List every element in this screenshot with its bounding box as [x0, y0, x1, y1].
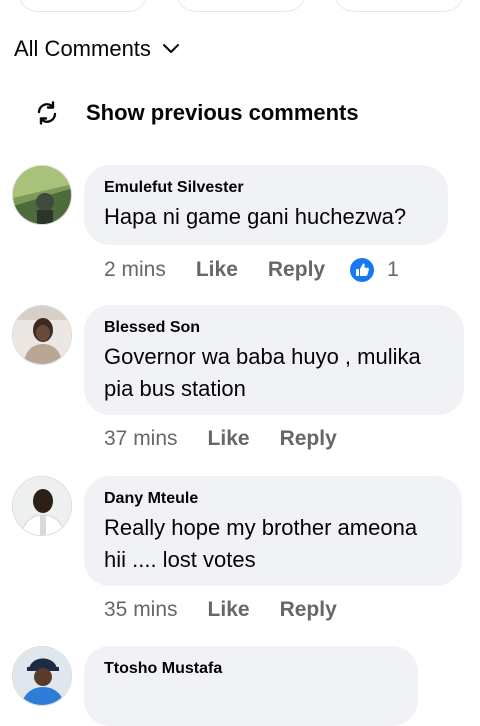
like-button[interactable]: Like [208, 598, 250, 622]
comment-time[interactable]: 35 mins [104, 598, 178, 622]
avatar[interactable] [12, 646, 72, 706]
reaction-count: 1 [387, 258, 399, 281]
comment-actions: 37 mins Like Reply [104, 427, 337, 451]
comment-author[interactable]: Emulefut Silvester [104, 179, 428, 197]
like-button[interactable]: Like [208, 427, 250, 451]
comment-text: Hapa ni game gani huchezwa? [104, 204, 407, 229]
comment-time[interactable]: 37 mins [104, 427, 178, 451]
top-chips [0, 0, 480, 22]
comment-bubble: Blessed Son Governor wa baba huyo , muli… [84, 305, 464, 415]
reply-button[interactable]: Reply [280, 598, 337, 622]
avatar[interactable] [12, 476, 72, 536]
like-reaction-icon [350, 258, 375, 282]
like-button[interactable]: Like [196, 258, 238, 282]
avatar[interactable] [12, 165, 72, 225]
reply-button[interactable]: Reply [280, 427, 337, 451]
filter-label: All Comments [14, 36, 151, 61]
show-previous-label: Show previous comments [86, 100, 359, 125]
reaction-chip[interactable] [18, 0, 148, 12]
comment-time[interactable]: 2 mins [104, 258, 166, 282]
refresh-icon [37, 101, 57, 125]
reaction-chip[interactable] [334, 0, 464, 12]
comment-actions: 35 mins Like Reply [104, 598, 337, 622]
comment-author[interactable]: Ttosho Mustafa [104, 660, 398, 678]
show-previous-comments[interactable]: Show previous comments [34, 100, 359, 126]
comment-author[interactable]: Blessed Son [104, 319, 444, 337]
chevron-down-icon [162, 44, 179, 53]
comment-bubble: Dany Mteule Really hope my brother ameon… [84, 476, 462, 586]
comment-author[interactable]: Dany Mteule [104, 490, 442, 508]
reply-button[interactable]: Reply [268, 258, 325, 282]
reaction-summary[interactable]: 1 [349, 257, 399, 283]
avatar[interactable] [12, 305, 72, 365]
comment-text: Really hope my brother ameona hii .... l… [104, 515, 418, 572]
reaction-chip[interactable] [176, 0, 306, 12]
comment-text: Governor wa baba huyo , mulika pia bus s… [104, 344, 421, 401]
comment-actions: 2 mins Like Reply 1 [104, 257, 399, 283]
comment-bubble: Ttosho Mustafa [84, 646, 418, 726]
comment-filter-dropdown[interactable]: All Comments [14, 36, 181, 62]
comment-bubble: Emulefut Silvester Hapa ni game gani huc… [84, 165, 448, 245]
